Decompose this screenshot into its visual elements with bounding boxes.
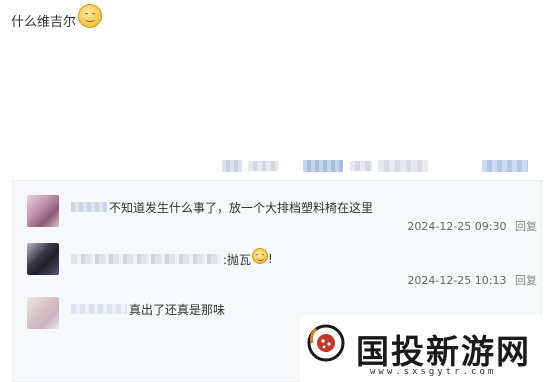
comment-line: 不知道发生什么事了，放一个大排档塑料椅在这里 [71, 199, 373, 215]
comment-text-suffix: ! [268, 252, 273, 266]
comment-line: 真出了还真是那味 [71, 301, 225, 317]
watermark: 国投新游网 www.sxsgytr.com [300, 315, 550, 382]
blurred-action-text [350, 161, 372, 171]
comment-line: :抛瓦 ! [71, 248, 273, 267]
reply-button[interactable]: 回复 [515, 220, 537, 233]
comment-meta: 2024-12-25 09:30 回复 [407, 218, 537, 234]
watermark-url: www.sxsgytr.com [370, 367, 497, 377]
reply-button[interactable]: 回复 [515, 274, 537, 287]
blurred-action-button[interactable] [482, 160, 528, 172]
smiley-icon [78, 3, 103, 28]
avatar[interactable] [27, 195, 59, 227]
avatar[interactable] [27, 297, 59, 329]
smiley-icon [252, 248, 269, 264]
blurred-action-link[interactable] [303, 160, 343, 172]
post-text: 什么维吉尔 [11, 3, 103, 30]
avatar[interactable] [27, 243, 59, 275]
comment-meta: 2024-12-25 10:13 回复 [407, 272, 537, 288]
comment-text: 不知道发生什么事了，放一个大排档塑料椅在这里 [109, 200, 374, 215]
comment-timestamp: 2024-12-25 09:30 [407, 220, 507, 233]
comment-text: :抛瓦 [223, 252, 252, 267]
comment-text: 真出了还真是那味 [129, 302, 226, 317]
username-blurred[interactable] [71, 254, 221, 264]
username-blurred[interactable] [71, 202, 107, 212]
comment-timestamp: 2024-12-25 10:13 [407, 274, 507, 287]
blurred-action-icon[interactable] [222, 160, 242, 172]
blurred-action-text [248, 161, 278, 171]
watermark-brand: 国投新游网 [356, 332, 531, 371]
blurred-action-text [378, 160, 428, 172]
username-blurred[interactable] [71, 304, 127, 314]
post-text-content: 什么维吉尔 [11, 15, 77, 30]
watermark-logo-icon [307, 324, 345, 362]
